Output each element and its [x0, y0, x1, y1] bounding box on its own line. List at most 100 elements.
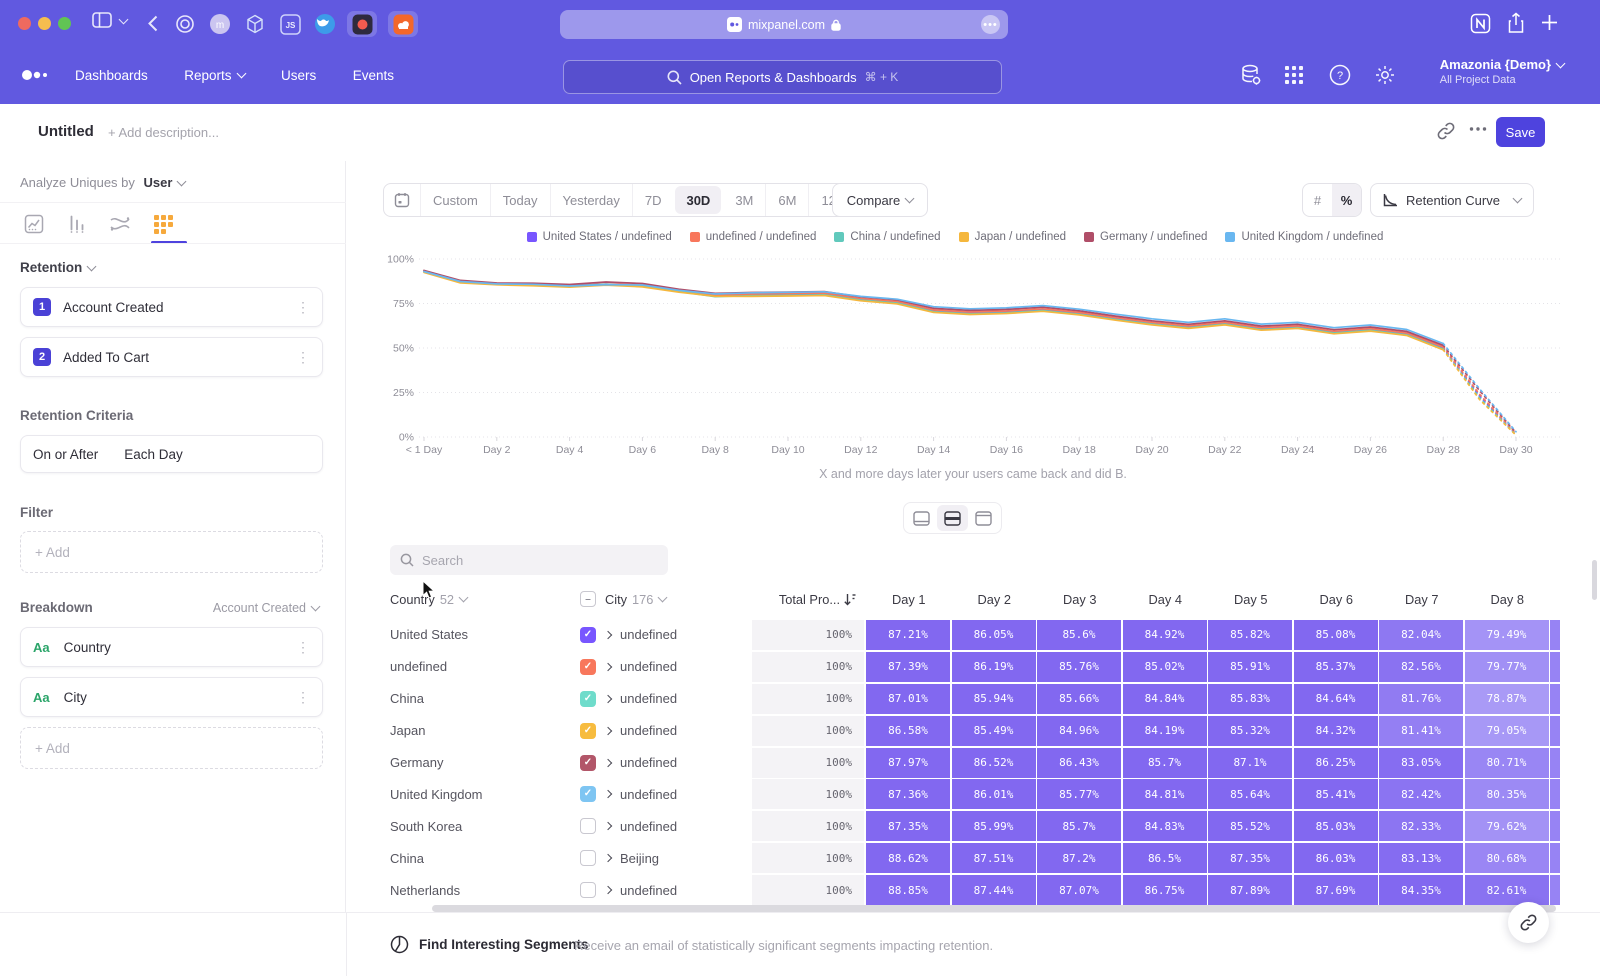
legend-item[interactable]: United States / undefined — [527, 231, 672, 243]
retention-value-cell[interactable]: 80.71% — [1465, 748, 1549, 778]
retention-value-cell[interactable]: 84.32% — [1294, 716, 1378, 746]
retention-value-cell[interactable]: 87.1% — [1208, 748, 1292, 778]
retention-value-cell[interactable]: 88.62% — [866, 843, 950, 873]
nav-menu-item[interactable]: Dashboards — [75, 68, 148, 83]
analyze-value-dropdown[interactable]: User — [144, 175, 186, 190]
expand-row-icon[interactable] — [604, 631, 612, 639]
retention-value-cell[interactable]: 87.89% — [1208, 875, 1292, 905]
minimize-window-button[interactable] — [38, 17, 51, 30]
report-title[interactable]: Untitled — [38, 123, 94, 140]
apps-grid-icon[interactable] — [1284, 65, 1304, 85]
date-range-button[interactable]: 3M — [723, 184, 765, 216]
retention-value-cell[interactable]: 85.99% — [952, 811, 1036, 841]
day-column-header[interactable]: Day 6 — [1294, 592, 1380, 607]
tab-funnels-icon[interactable] — [65, 209, 89, 239]
back-button[interactable] — [148, 15, 158, 32]
segment-checkbox[interactable]: ✓ — [580, 850, 596, 866]
kebab-menu-icon[interactable]: ⋮ — [296, 299, 310, 316]
retention-value-cell[interactable]: 86.43% — [1037, 748, 1121, 778]
retention-value-cell[interactable]: 87.69% — [1294, 875, 1378, 905]
new-tab-icon[interactable] — [1541, 14, 1558, 31]
nav-menu-item[interactable]: Events — [353, 68, 394, 83]
retention-value-cell[interactable]: 85.02% — [1123, 652, 1207, 682]
url-more-button[interactable]: ••• — [981, 15, 1000, 34]
criteria-each-day[interactable]: Each Day — [124, 447, 183, 462]
retention-value-cell[interactable]: 85.41% — [1294, 779, 1378, 809]
retention-value-cell[interactable]: 86.19% — [952, 652, 1036, 682]
sidebar-toggle-icon[interactable] — [92, 12, 112, 28]
chart-only-view-button[interactable] — [906, 505, 937, 531]
global-search-button[interactable]: Open Reports & Dashboards ⌘ + K — [563, 60, 1002, 94]
retention-value-cell[interactable]: 85.91% — [1208, 652, 1292, 682]
share-icon[interactable] — [1507, 12, 1525, 34]
expand-row-icon[interactable] — [604, 822, 612, 830]
day-column-header[interactable]: Day 1 — [866, 592, 952, 607]
retention-value-cell[interactable]: 85.37% — [1294, 652, 1378, 682]
retention-value-cell[interactable]: 86.05% — [952, 620, 1036, 650]
date-range-button[interactable]: Custom — [420, 184, 490, 216]
legend-item[interactable]: United Kingdom / undefined — [1225, 231, 1383, 243]
retention-value-cell[interactable]: 85.77% — [1037, 779, 1121, 809]
breakdown-card[interactable]: Aa Country ⋮ — [20, 627, 323, 667]
date-range-button[interactable]: Today — [490, 184, 550, 216]
retention-value-cell[interactable]: 82.04% — [1379, 620, 1463, 650]
retention-value-cell[interactable]: 84.92% — [1123, 620, 1207, 650]
retention-value-cell[interactable]: 79.62% — [1465, 811, 1549, 841]
retention-value-cell[interactable]: 87.35% — [866, 811, 950, 841]
breakdown-card[interactable]: Aa City ⋮ — [20, 677, 323, 717]
expand-row-icon[interactable] — [604, 758, 612, 766]
segment-checkbox[interactable]: ✓ — [580, 627, 596, 643]
expand-row-icon[interactable] — [604, 663, 612, 671]
retention-value-cell[interactable]: 85.6% — [1037, 620, 1121, 650]
extension-m-icon[interactable]: m — [207, 11, 233, 37]
split-view-button[interactable] — [937, 505, 968, 531]
retention-value-cell[interactable]: 84.81% — [1123, 779, 1207, 809]
close-window-button[interactable] — [18, 17, 31, 30]
nav-menu-item[interactable]: Users — [281, 68, 316, 83]
retention-value-cell[interactable]: 79.49% — [1465, 620, 1549, 650]
tab-overview-chevron-icon[interactable] — [120, 18, 127, 25]
retention-value-cell[interactable]: 87.2% — [1037, 843, 1121, 873]
retention-value-cell[interactable]: 82.56% — [1379, 652, 1463, 682]
retention-value-cell[interactable]: 88.85% — [866, 875, 950, 905]
compare-button[interactable]: Compare — [832, 183, 928, 217]
legend-item[interactable]: Germany / undefined — [1084, 231, 1207, 243]
legend-item[interactable]: undefined / undefined — [690, 231, 817, 243]
retention-value-cell[interactable]: 87.51% — [952, 843, 1036, 873]
retention-value-cell[interactable]: 82.42% — [1379, 779, 1463, 809]
retention-value-cell[interactable]: 85.49% — [952, 716, 1036, 746]
retention-value-cell[interactable]: 85.94% — [952, 684, 1036, 714]
table-search-input[interactable]: Search — [390, 545, 668, 575]
table-only-view-button[interactable] — [968, 505, 999, 531]
segment-checkbox[interactable]: ✓ — [580, 691, 596, 707]
retention-value-cell[interactable]: 85.64% — [1208, 779, 1292, 809]
chart-view-dropdown[interactable]: Retention Curve — [1370, 183, 1534, 217]
segment-checkbox[interactable]: ✓ — [580, 723, 596, 739]
retention-value-cell[interactable]: 87.07% — [1037, 875, 1121, 905]
settings-gear-icon[interactable] — [1374, 64, 1396, 86]
kebab-menu-icon[interactable]: ⋮ — [296, 349, 310, 366]
unit-toggle-button[interactable]: % — [1332, 184, 1361, 216]
retention-value-cell[interactable]: 81.41% — [1379, 716, 1463, 746]
retention-value-cell[interactable]: 85.7% — [1037, 811, 1121, 841]
find-segments-title[interactable]: Find Interesting Segments — [419, 937, 589, 952]
retention-value-cell[interactable]: 87.35% — [1208, 843, 1292, 873]
help-icon[interactable]: ? — [1329, 64, 1351, 86]
date-range-button[interactable]: 6M — [765, 184, 808, 216]
retention-value-cell[interactable]: 87.21% — [866, 620, 950, 650]
tab-retention-icon[interactable] — [151, 209, 175, 239]
retention-value-cell[interactable]: 85.32% — [1208, 716, 1292, 746]
expand-row-icon[interactable] — [604, 726, 612, 734]
total-column-header[interactable]: Total Pro... — [752, 592, 866, 607]
select-all-checkbox[interactable]: – — [580, 591, 596, 607]
retention-value-cell[interactable]: 85.76% — [1037, 652, 1121, 682]
notion-extension-icon[interactable] — [1470, 13, 1491, 34]
unit-toggle-button[interactable]: # — [1303, 184, 1332, 216]
day-column-header[interactable]: Day 3 — [1037, 592, 1123, 607]
retention-value-cell[interactable]: 85.82% — [1208, 620, 1292, 650]
share-link-floating-button[interactable] — [1508, 902, 1549, 943]
expand-row-icon[interactable] — [604, 854, 612, 862]
criteria-on-or-after[interactable]: On or After — [33, 447, 98, 462]
nav-menu-item[interactable]: Reports — [184, 68, 244, 83]
mixpanel-logo[interactable] — [21, 69, 53, 81]
